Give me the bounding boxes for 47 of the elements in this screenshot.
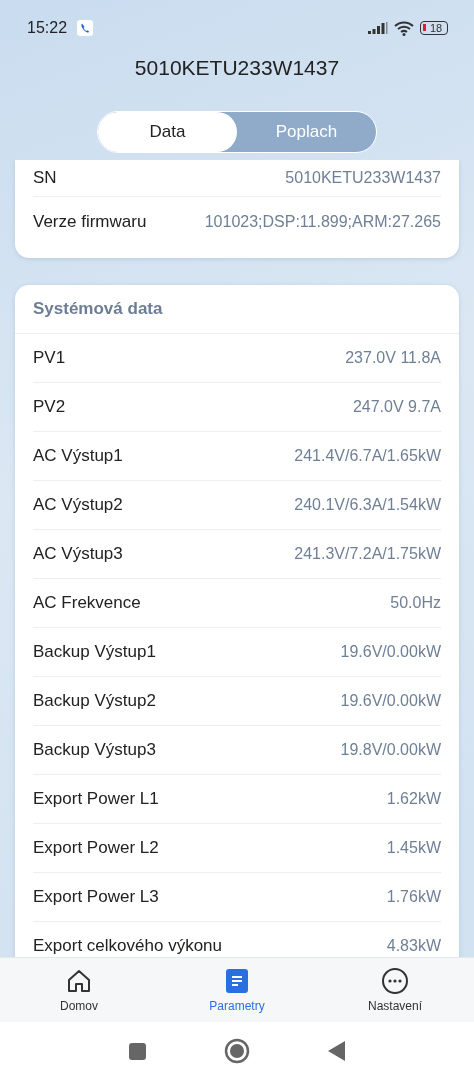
more-icon (381, 967, 409, 995)
row-label: Export celkového výkonu (33, 936, 222, 956)
home-button[interactable] (223, 1038, 250, 1064)
row-label: Backup Výstup2 (33, 691, 156, 711)
home-icon (65, 967, 93, 995)
row-value: 101023;DSP:11.899;ARM:27.265 (204, 212, 441, 231)
card-title: Systémová data (15, 285, 459, 334)
row-label: Export Power L2 (33, 838, 159, 858)
row-value: 19.6V/0.00kW (340, 643, 441, 661)
back-button[interactable] (327, 1041, 346, 1061)
row-label: PV2 (33, 397, 66, 417)
signal-icon (368, 22, 388, 34)
row-value: 241.3V/7.2A/1.75kW (294, 545, 441, 563)
row-label: Backup Výstup1 (33, 642, 156, 662)
row-value: 240.1V/6.3A/1.54kW (294, 496, 441, 514)
phone-icon (77, 20, 94, 36)
row-value: 4.83kW (386, 937, 441, 955)
row-value: 237.0V 11.8A (345, 349, 441, 367)
row-value: 19.8V/0.00kW (340, 741, 441, 759)
row-label: Verze firmwaru (33, 211, 147, 232)
row-value: 247.0V 9.7A (352, 398, 441, 416)
row-value: 1.45kW (386, 839, 441, 857)
row-value: 1.76kW (386, 888, 441, 906)
row-value: 5010KETU233W1437 (285, 169, 441, 187)
row-label: PV1 (33, 348, 66, 368)
document-icon (223, 967, 251, 995)
nav-item[interactable]: Nastavení (316, 958, 474, 1022)
device-title: 5010KETU233W1437 (133, 56, 341, 81)
row-value: 50.0Hz (390, 594, 441, 612)
status-time: 15:22 (27, 19, 68, 37)
row-label: AC Frekvence (33, 593, 141, 613)
row-label: AC Výstup3 (33, 544, 123, 564)
row-label: SN (33, 168, 57, 188)
wifi-icon (394, 20, 414, 36)
recents-button[interactable] (128, 1042, 146, 1060)
row-label: Export Power L1 (33, 789, 159, 809)
row-label: Backup Výstup3 (33, 740, 156, 760)
battery-indicator: 18 (420, 21, 448, 35)
row-label: Export Power L3 (33, 887, 159, 907)
nav-item[interactable]: Domov (0, 958, 158, 1022)
row-value: 241.4V/6.7A/1.65kW (294, 447, 441, 465)
row-label: AC Výstup1 (33, 446, 123, 466)
row-value: 1.62kW (386, 790, 441, 808)
row-value: 19.6V/0.00kW (340, 692, 441, 710)
tab[interactable]: Data (98, 112, 237, 152)
nav-item[interactable]: Parametry (158, 958, 316, 1022)
row-label: AC Výstup2 (33, 495, 123, 515)
